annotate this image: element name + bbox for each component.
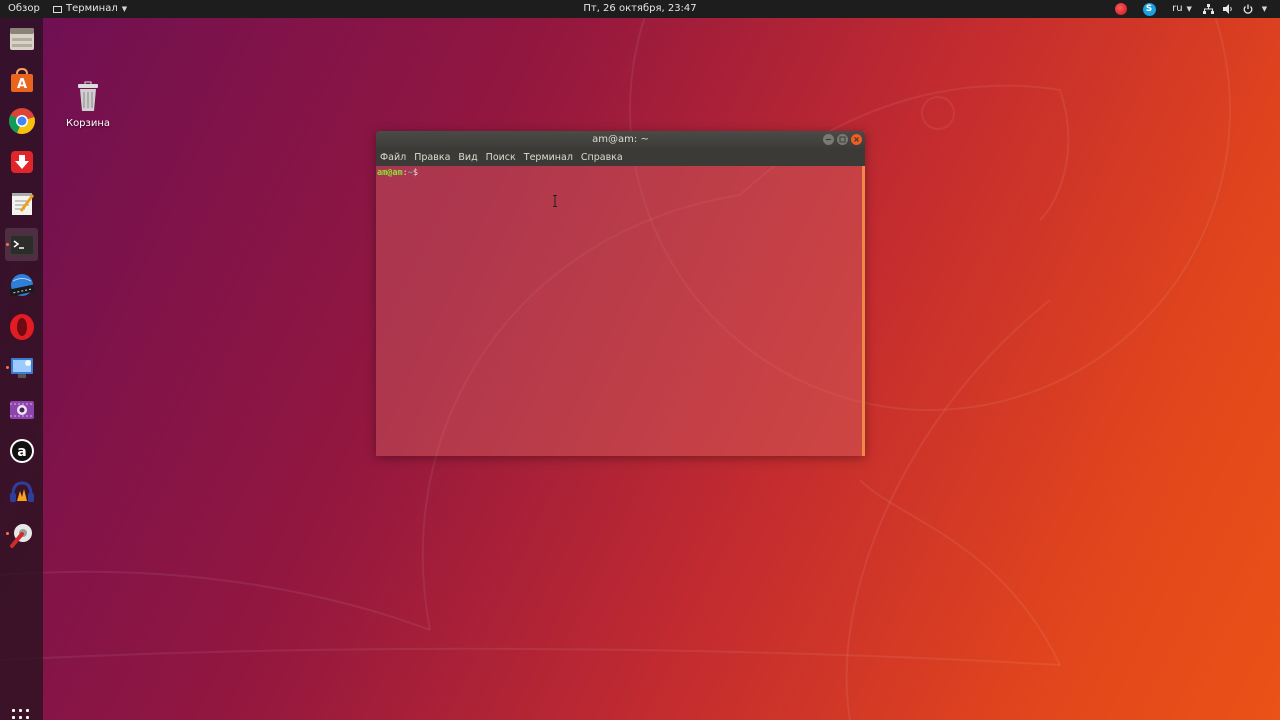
dock-text-editor[interactable] — [5, 186, 38, 219]
dock-terminal[interactable] — [5, 228, 38, 261]
volume-icon — [1222, 4, 1232, 14]
dock-chrome[interactable] — [5, 104, 38, 137]
circle-a-icon: a — [9, 438, 34, 463]
network-icon — [1202, 4, 1214, 14]
globe-film-icon — [9, 273, 35, 296]
webcam-icon — [9, 400, 34, 419]
shopping-bag-icon: A — [10, 67, 33, 92]
power-icon — [1243, 4, 1253, 14]
file-cabinet-icon — [9, 27, 34, 50]
prompt-sign: $ — [412, 168, 418, 178]
menu-terminal[interactable]: Терминал — [524, 152, 573, 163]
show-applications-button[interactable] — [10, 707, 32, 720]
maximize-button[interactable] — [837, 134, 848, 145]
shell-prompt: am@am:~$ — [377, 168, 418, 178]
app-menu-label: Терминал — [66, 3, 118, 14]
top-bar: Обзор Терминал ▼ Пт, 26 октября, 23:47 S… — [0, 0, 1280, 18]
opera-icon — [9, 313, 34, 340]
status-menu-button[interactable]: ▼ — [1200, 0, 1270, 18]
clock[interactable]: Пт, 26 октября, 23:47 — [583, 3, 696, 14]
chevron-down-icon: ▼ — [121, 5, 128, 13]
chevron-down-icon: ▼ — [1261, 5, 1268, 13]
running-indicator — [6, 366, 9, 369]
menu-file[interactable]: Файл — [380, 152, 406, 163]
chevron-down-icon: ▼ — [1186, 5, 1192, 13]
system-tray: S ru ▼ ▼ — [1108, 0, 1270, 18]
keyboard-layout-label: ru — [1172, 3, 1183, 14]
skype-icon[interactable]: S — [1134, 0, 1164, 18]
menu-help[interactable]: Справка — [581, 152, 623, 163]
dock-downloader[interactable] — [5, 145, 38, 178]
terminal-menubar: Файл Правка Вид Поиск Терминал Справка — [376, 149, 865, 166]
close-icon — [854, 137, 859, 142]
close-button[interactable] — [851, 134, 862, 145]
desktop-trash[interactable]: Корзина — [62, 80, 114, 129]
terminal-window[interactable]: am@am: ~ Файл Правка Вид Поиск Терминал … — [376, 131, 865, 456]
trash-icon — [78, 81, 98, 111]
menu-search[interactable]: Поиск — [486, 152, 516, 163]
dock-screen-recorder[interactable] — [5, 351, 38, 384]
dock-amarok[interactable]: a — [5, 434, 38, 467]
dock-settings-tools[interactable] — [5, 517, 38, 550]
menu-edit[interactable]: Правка — [414, 152, 450, 163]
headphones-icon — [9, 480, 34, 502]
chrome-icon — [8, 107, 35, 134]
dock-opera[interactable] — [5, 310, 38, 343]
maximize-icon — [839, 136, 846, 143]
prompt-user-host: am@am — [377, 168, 403, 178]
text-cursor-icon — [553, 195, 557, 207]
keyboard-layout-button[interactable]: ru ▼ — [1164, 0, 1200, 18]
app-menu-button[interactable]: Терминал ▼ — [53, 0, 127, 18]
download-arrow-icon — [10, 150, 33, 173]
running-indicator — [6, 243, 9, 246]
record-indicator-icon[interactable] — [1108, 0, 1134, 18]
dock-software-center[interactable]: A — [5, 63, 38, 96]
terminal-output-area[interactable]: am@am:~$ — [376, 166, 865, 456]
minimize-button[interactable] — [823, 134, 834, 145]
wrench-gear-icon — [9, 523, 32, 548]
trash-label: Корзина — [65, 118, 111, 129]
display-settings-icon — [10, 357, 33, 378]
notepad-icon — [11, 192, 34, 215]
dock-files[interactable] — [5, 22, 38, 55]
svg-text:A: A — [16, 77, 26, 92]
svg-text:a: a — [17, 444, 26, 460]
window-title: am@am: ~ — [592, 134, 649, 145]
running-indicator — [6, 532, 9, 535]
window-titlebar[interactable]: am@am: ~ — [376, 131, 865, 149]
dock-video-app[interactable] — [5, 269, 38, 302]
menu-view[interactable]: Вид — [458, 152, 477, 163]
terminal-icon — [9, 234, 34, 255]
dock-webcam-app[interactable] — [5, 393, 38, 426]
desktop[interactable]: Обзор Терминал ▼ Пт, 26 октября, 23:47 S… — [0, 0, 1280, 720]
dock-audio-app[interactable] — [5, 476, 38, 509]
dock: A a — [0, 18, 43, 720]
terminal-small-icon — [53, 5, 62, 13]
minimize-icon — [826, 138, 831, 141]
activities-button[interactable]: Обзор — [8, 0, 40, 18]
